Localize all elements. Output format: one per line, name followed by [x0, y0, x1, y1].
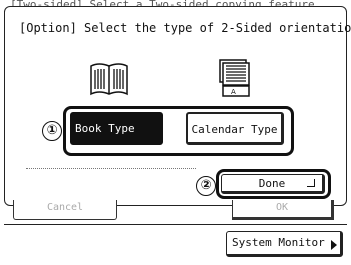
system-monitor-label: System Monitor — [232, 236, 325, 249]
calendar-icon: A — [219, 59, 250, 97]
calendar-type-button[interactable]: Calendar Type — [186, 112, 284, 145]
done-button[interactable]: Done — [221, 174, 325, 194]
triangle-right-icon — [331, 240, 337, 250]
book-icon — [90, 63, 128, 96]
svg-text:A: A — [231, 88, 236, 96]
background-cancel-button: Cancel — [13, 200, 117, 220]
done-label: Done — [258, 177, 286, 190]
book-type-button[interactable]: Book Type — [70, 112, 163, 145]
return-arrow-icon — [307, 179, 315, 187]
system-monitor-button[interactable]: System Monitor — [226, 231, 343, 257]
divider — [26, 168, 196, 169]
footer-divider — [4, 224, 347, 225]
callout-number-2: ② — [196, 176, 216, 196]
callout-number-1: ① — [42, 121, 62, 141]
background-ok-button: OK — [232, 200, 334, 220]
copier-screen: [Two-sided] Select a Two-sided copying f… — [0, 0, 351, 265]
dialog-instruction: [Option] Select the type of 2-Sided orie… — [19, 21, 351, 35]
